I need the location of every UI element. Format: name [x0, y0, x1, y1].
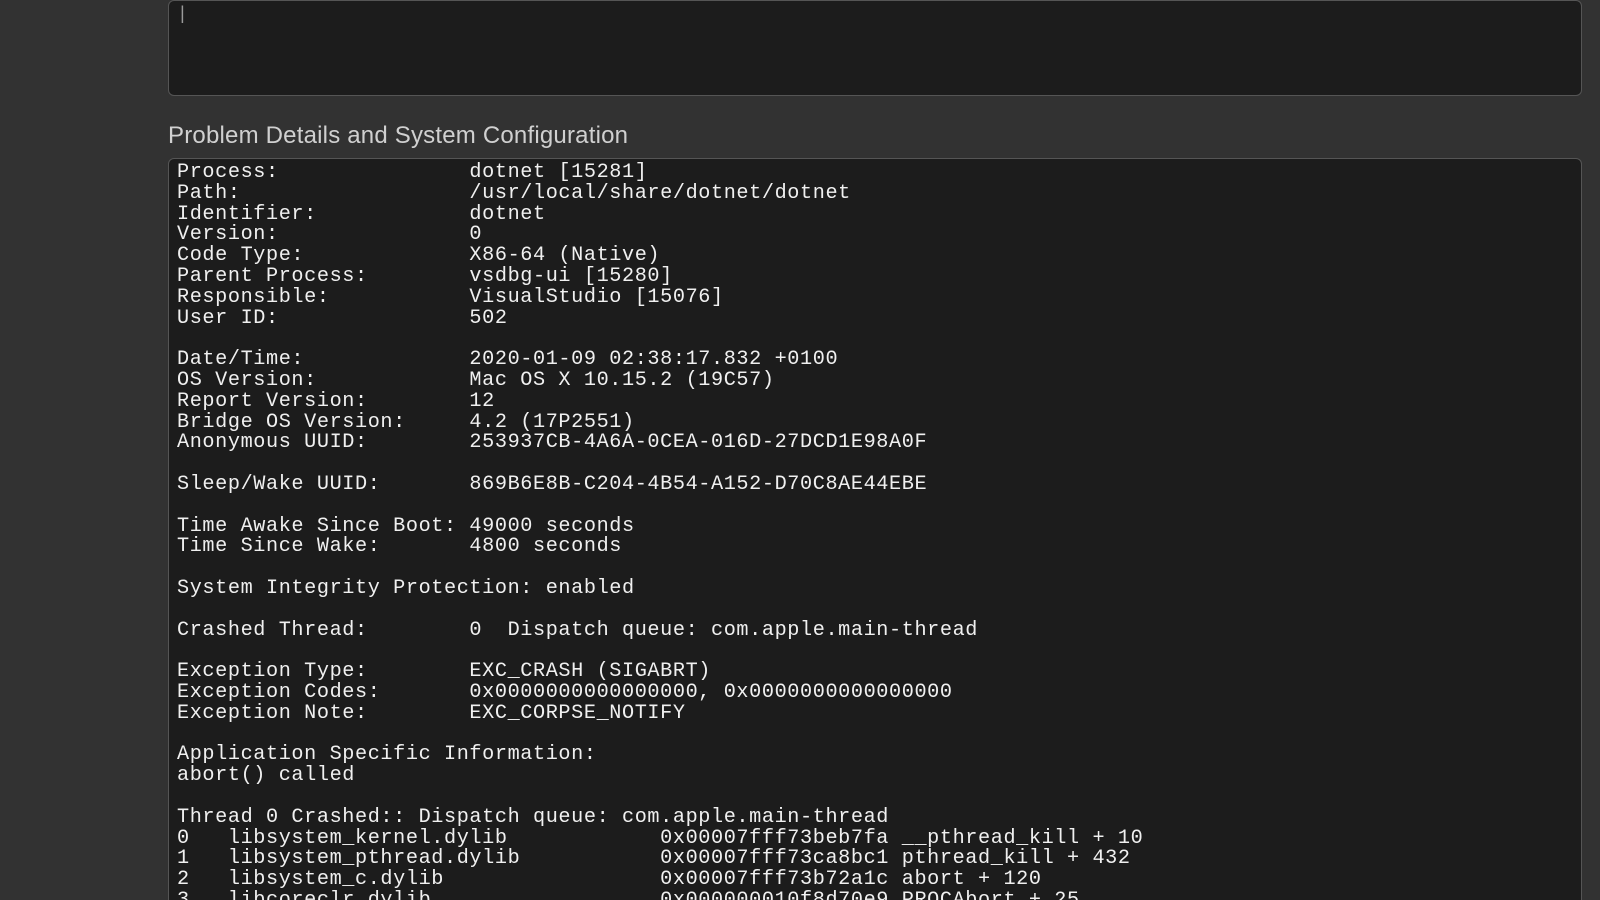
comments-textarea[interactable]: | [168, 0, 1582, 96]
crash-report-panel[interactable]: Process: dotnet [15281] Path: /usr/local… [168, 158, 1582, 900]
text-cursor: | [177, 5, 188, 25]
section-title-problem-details: Problem Details and System Configuration [168, 122, 1590, 150]
